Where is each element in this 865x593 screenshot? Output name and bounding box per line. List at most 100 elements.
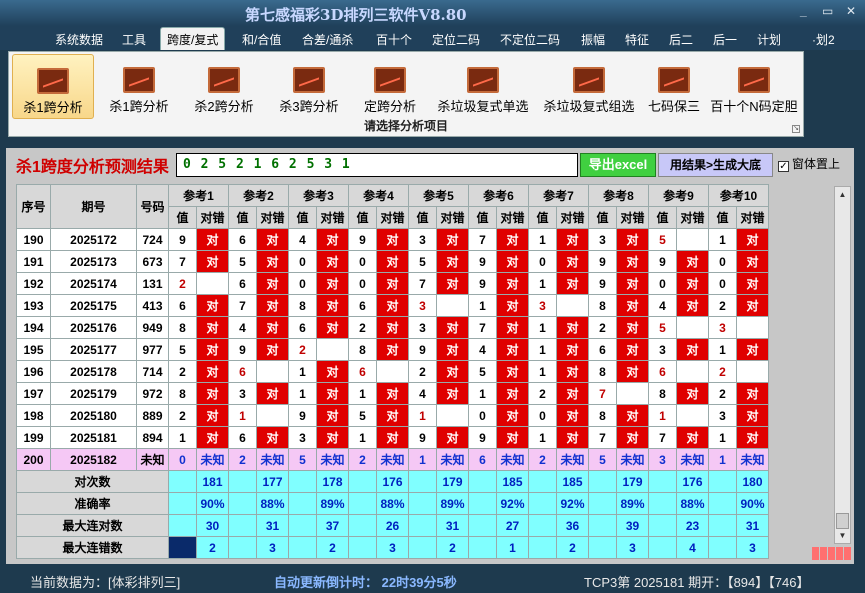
summary-row: 最大连错数 2 3 2 3 2 1 2 3 4 3 — [16, 536, 769, 559]
cell-check — [196, 272, 229, 295]
menu-feature[interactable]: 特征 — [625, 31, 649, 48]
cell-value: 3 — [408, 294, 437, 317]
header-check: 对错 — [676, 206, 709, 229]
table-row[interactable]: 195 2025177 977 5 对 9 对 2 8 对 9 对 4 对 1 对 6 对 3 对 1 对 — [16, 338, 769, 361]
ribbon-kill-span-2[interactable]: 杀2跨分析 — [184, 54, 264, 119]
menu-last-one[interactable]: 后一 — [713, 31, 737, 48]
export-excel-button[interactable]: 导出excel — [580, 153, 656, 177]
header-value: 值 — [168, 206, 197, 229]
cell-check: 对 — [256, 338, 289, 361]
restore-button[interactable]: ▭ — [822, 4, 833, 18]
cell-check: 对 — [256, 316, 289, 339]
table-row[interactable]: 194 2025176 949 8 对 4 对 6 对 2 对 3 对 7 对 1 对 2 对 5 3 — [16, 316, 769, 339]
menu-positions[interactable]: 百十个 — [376, 31, 412, 48]
menu-last-two[interactable]: 后二 — [669, 31, 693, 48]
topmost-checkbox[interactable]: ✓ 窗体置上 — [778, 155, 840, 172]
scroll-down-icon[interactable]: ▼ — [835, 528, 850, 543]
menu-plan[interactable]: 计划 — [757, 31, 781, 48]
summary-value: 176 — [676, 470, 709, 493]
table-row[interactable]: 200 2025182 未知 0 未知 2 未知 5 未知 2 未知 1 未知 6 未知 2 未知 5 未知 3 未知 1… — [16, 448, 769, 471]
vertical-scrollbar[interactable]: ▲ ▼ — [834, 186, 851, 544]
cell-check: 对 — [316, 360, 349, 383]
cell-check: 对 — [496, 250, 529, 273]
header-group: 参考5 — [408, 184, 469, 207]
cell-value: 9 — [468, 426, 497, 449]
summary-spacer — [348, 536, 377, 559]
ribbon-kill-span-1[interactable]: 杀1跨分析 — [12, 54, 94, 119]
table-row[interactable]: 199 2025181 894 1 对 6 对 3 对 1 对 9 对 9 对 1 对 7 对 7 对 1 对 — [16, 426, 769, 449]
ribbon-kill-span-3[interactable]: 杀3跨分析 — [269, 54, 349, 119]
table-row[interactable]: 190 2025172 724 9 对 6 对 4 对 9 对 3 对 7 对 1 对 3 对 5 1 对 — [16, 228, 769, 251]
table-row[interactable]: 193 2025175 413 6 对 7 对 8 对 6 对 3 1 对 3 8 对 4 对 2 对 — [16, 294, 769, 317]
cell-value: 6 — [588, 338, 617, 361]
ribbon-junk-group[interactable]: 杀垃圾复式组选 — [537, 54, 641, 119]
table-row[interactable]: 196 2025178 714 2 对 6 1 对 6 2 对 5 对 1 对 8 对 6 2 — [16, 360, 769, 383]
cell-value: 3 — [588, 228, 617, 251]
cell-value: 1 — [348, 382, 377, 405]
summary-spacer — [708, 470, 737, 493]
menu-system-data[interactable]: 系统数据 — [55, 31, 103, 48]
ribbon-label: 百十个N码定胆 — [710, 99, 798, 114]
cell-value: 6 — [228, 360, 257, 383]
table-row[interactable]: 191 2025173 673 7 对 5 对 0 对 0 对 5 对 9 对 0 对 9 对 9 对 0 对 — [16, 250, 769, 273]
cell-value: 2 — [528, 382, 557, 405]
ribbon-seven-three[interactable]: 七码保三 — [643, 54, 705, 119]
menu-fixed-two[interactable]: 定位二码 — [432, 31, 480, 48]
scroll-thumb[interactable] — [836, 513, 849, 529]
chart-icon — [374, 67, 406, 93]
ribbon-kill-span-1b[interactable]: 杀1跨分析 — [99, 54, 179, 119]
cell-value: 3 — [648, 338, 677, 361]
minimize-button[interactable]: _ — [800, 4, 807, 18]
generate-button[interactable]: 用结果>生成大底 — [658, 153, 773, 177]
cell-check: 对 — [556, 404, 589, 427]
close-button[interactable]: ✕ — [846, 4, 856, 18]
menu-sum[interactable]: 和/合值 — [242, 31, 281, 48]
cell-check: 对 — [556, 426, 589, 449]
ribbon-n-code[interactable]: 百十个N码定胆 — [707, 54, 801, 119]
cell-value: 7 — [588, 382, 617, 405]
result-field[interactable]: 0 2 5 2 1 6 2 5 3 1 — [176, 153, 578, 177]
expand-icon[interactable]: ↘ — [792, 125, 800, 133]
summary-value: 30 — [196, 514, 229, 537]
summary-spacer — [528, 492, 557, 515]
menu-amplitude[interactable]: 振幅 — [581, 31, 605, 48]
menu-unfixed-two[interactable]: 不定位二码 — [500, 31, 560, 48]
cell-check: 对 — [616, 316, 649, 339]
menu-diff-kill[interactable]: 合差/通杀 — [302, 31, 353, 48]
cell-period: 2025175 — [50, 294, 137, 317]
cell-check: 对 — [736, 382, 769, 405]
ribbon-label: 七码保三 — [647, 99, 700, 114]
ribbon-label: 杀2跨分析 — [194, 99, 254, 114]
cell-check — [676, 404, 709, 427]
table-row[interactable]: 198 2025180 889 2 对 1 9 对 5 对 1 0 对 0 对 8 对 1 3 对 — [16, 404, 769, 427]
ribbon-fixed-span[interactable]: 定跨分析 — [354, 54, 426, 119]
menu-plan-2[interactable]: ·划2 — [812, 31, 835, 48]
cell-period: 2025173 — [50, 250, 137, 273]
summary-value: 90% — [736, 492, 769, 515]
table-row[interactable]: 197 2025179 972 8 对 3 对 1 对 1 对 4 对 1 对 2 对 7 8 对 2 对 — [16, 382, 769, 405]
menu-tools[interactable]: 工具 — [122, 31, 146, 48]
summary-value: 23 — [676, 514, 709, 537]
cell-check: 对 — [376, 426, 409, 449]
header-group: 参考1 — [168, 184, 229, 207]
ribbon-label: 定跨分析 — [363, 99, 416, 114]
summary-spacer — [408, 514, 437, 537]
cell-value: 1 — [528, 338, 557, 361]
cell-value: 9 — [468, 272, 497, 295]
cell-value: 5 — [168, 338, 197, 361]
chart-icon — [738, 67, 770, 93]
summary-spacer — [408, 470, 437, 493]
menu-span-compound[interactable]: 跨度/复式 — [160, 27, 226, 50]
cell-value: 5 — [288, 448, 317, 471]
summary-value: 4 — [676, 536, 709, 559]
summary-row: 准确率 90% 88% 89% 88% 89% 92% 92% 89% 88% 90% — [16, 492, 769, 515]
table-row[interactable]: 192 2025174 131 2 6 对 0 对 0 对 7 对 9 对 1 对 9 对 0 对 0 对 — [16, 272, 769, 295]
summary-spacer — [528, 514, 557, 537]
summary-value: 185 — [496, 470, 529, 493]
header-value: 值 — [528, 206, 557, 229]
scroll-up-icon[interactable]: ▲ — [835, 187, 850, 202]
cell-value: 8 — [588, 294, 617, 317]
ribbon-junk-single[interactable]: 杀垃圾复式单选 — [431, 54, 535, 119]
cell-check: 对 — [436, 228, 469, 251]
cell-check: 对 — [316, 250, 349, 273]
